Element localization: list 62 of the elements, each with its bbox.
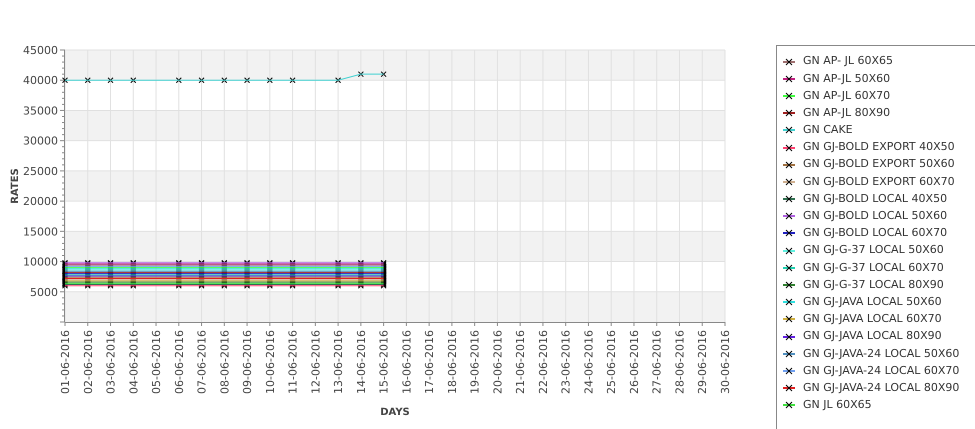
axis-label: 5000 [30, 286, 58, 299]
axis-label: 25000 [23, 164, 58, 178]
legend-label: GN GJ-G-37 LOCAL 50X60 [803, 242, 944, 258]
legend-label: GN GJ-JAVA LOCAL 80X90 [803, 328, 942, 344]
legend-label: GN GJ-BOLD EXPORT 60X70 [803, 174, 955, 190]
axis-label: 20-06-2016 [491, 330, 504, 394]
axis-label: 12-06-2016 [309, 330, 322, 394]
legend-label: GN GJ-G-37 LOCAL 80X90 [803, 276, 944, 293]
axis-label: 16-06-2016 [400, 330, 414, 394]
legend-label: GN GJ-BOLD LOCAL 40X50 [803, 190, 948, 207]
legend-label: GN JL 60X65 [803, 397, 872, 414]
axis-label: 19-06-2016 [468, 330, 482, 394]
legend-label: GN GJ-JAVA LOCAL 50X60 [803, 294, 942, 310]
axis-label: 23-06-2016 [560, 330, 573, 394]
legend-label: GN GJ-JAVA-24 LOCAL 80X90 [803, 380, 960, 396]
axis-label: 25-06-2016 [605, 330, 618, 394]
axis-label: 21-06-2016 [514, 330, 528, 394]
legend-label: GN GJ-G-37 LOCAL 60X70 [803, 260, 944, 276]
axis-label: 09-06-2016 [241, 330, 254, 394]
axis-title: DAYS [380, 407, 410, 418]
axis-label: 08-06-2016 [218, 330, 232, 394]
axis-label: 24-06-2016 [582, 330, 596, 394]
axis-label: 02-06-2016 [82, 330, 95, 394]
axis-label: 03-06-2016 [104, 330, 118, 394]
axis-label: 26-06-2016 [628, 330, 641, 394]
legend-label: GN GJ-BOLD EXPORT 40X50 [803, 139, 955, 156]
axis-label: 05-06-2016 [150, 330, 164, 394]
legend-label: GN GJ-BOLD LOCAL 60X70 [803, 225, 948, 242]
axis-title: RATES [10, 168, 21, 204]
axis-label: 30000 [23, 134, 58, 148]
axis-label: 06-06-2016 [172, 330, 186, 394]
axis-label: 17-06-2016 [423, 330, 436, 394]
axis-label: 20000 [23, 195, 58, 208]
axis-label: 40000 [23, 74, 58, 88]
legend-label: GN CAKE [803, 122, 853, 138]
legend-label: GN GJ-BOLD EXPORT 50X60 [803, 156, 955, 172]
axis-label: 10000 [23, 256, 58, 269]
legend-label: GN AP-JL 80X90 [803, 104, 890, 121]
axis-label: 35000 [23, 104, 58, 118]
axis-label: 14-06-2016 [354, 330, 368, 394]
legend-label: GN AP- JL 60X65 [803, 53, 894, 70]
axis-label: 45000 [23, 44, 58, 57]
legend-label: GN GJ-JAVA LOCAL 60X70 [803, 311, 942, 328]
axis-label: 04-06-2016 [127, 330, 140, 394]
axis-label: 18-06-2016 [446, 330, 459, 394]
axis-label: 11-06-2016 [286, 330, 300, 394]
axis-label: 28-06-2016 [673, 330, 686, 394]
axis-label: 22-06-2016 [536, 330, 550, 394]
legend-label: GN GJ-JAVA-24 LOCAL 60X70 [803, 362, 960, 379]
axis-label: 13-06-2016 [332, 330, 346, 394]
axis-label: 15-06-2016 [378, 330, 391, 394]
legend-label: GN GJ-BOLD LOCAL 50X60 [803, 208, 948, 224]
axis-label: 10-06-2016 [264, 330, 277, 394]
axis-label: 15000 [23, 225, 58, 238]
legend-label: GN GJ-JAVA-24 LOCAL 50X60 [803, 346, 960, 362]
axis-label: 07-06-2016 [196, 330, 209, 394]
axis-label: 30-06-2016 [719, 330, 732, 394]
axis-label: 01-06-2016 [59, 330, 72, 394]
legend-label: GN AP-JL 60X70 [803, 88, 890, 104]
axis-label: 29-06-2016 [696, 330, 710, 394]
legend-label: GN AP-JL 50X60 [803, 70, 890, 87]
axis-label: 27-06-2016 [650, 330, 664, 394]
